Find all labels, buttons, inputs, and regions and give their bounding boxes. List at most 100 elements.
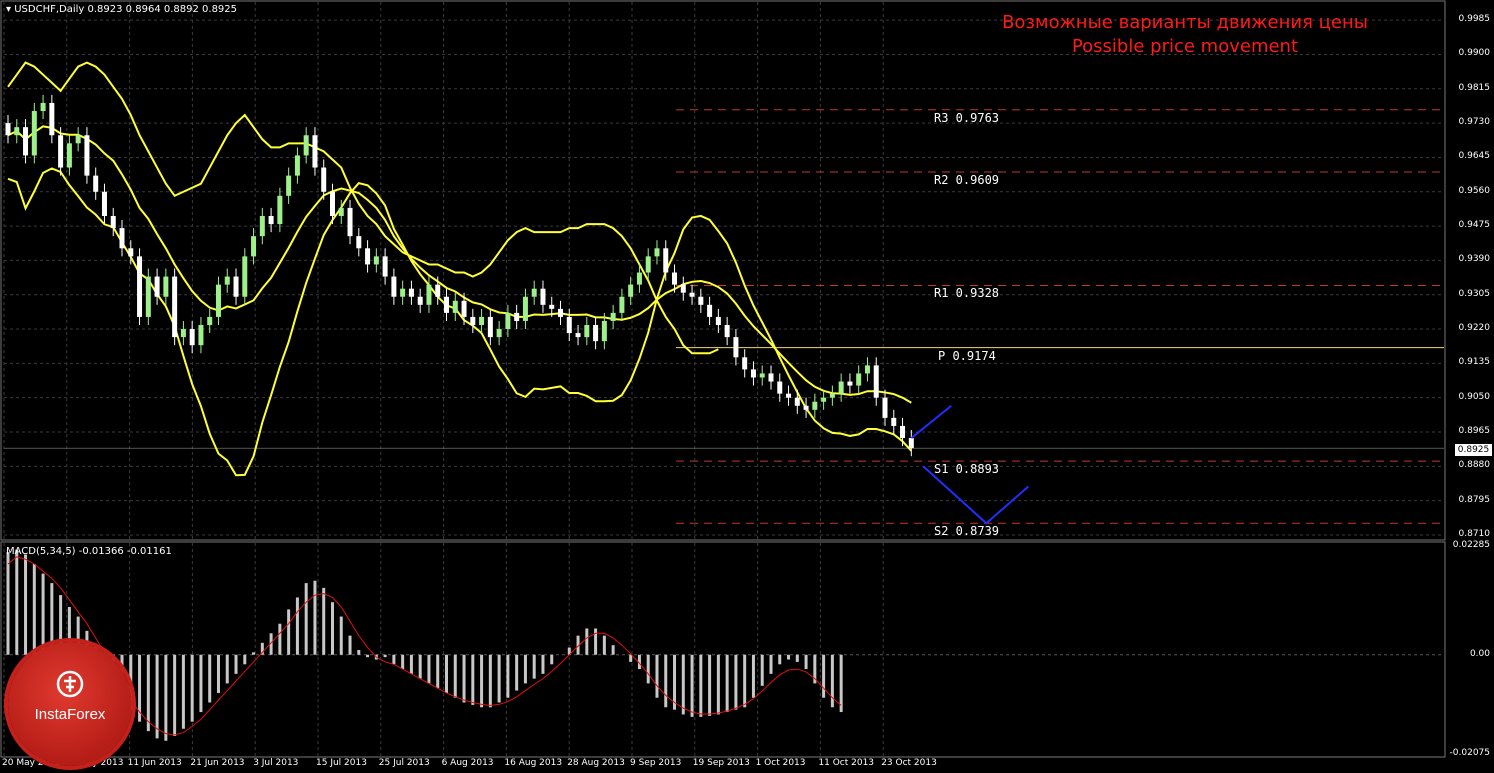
symbol-header: ▾ USDCHF,Daily 0.8923 0.8964 0.8892 0.89… [6, 4, 237, 15]
projection-up-line [910, 404, 952, 439]
candle-body [829, 393, 835, 398]
candle-body [470, 316, 476, 326]
candle-body [444, 296, 449, 313]
candle-body [137, 256, 143, 317]
level-label-r2: R2 0.9609 [934, 172, 1000, 187]
candle-body [558, 308, 564, 317]
candle-body [338, 207, 344, 216]
candle-body [233, 276, 239, 297]
price-tick-label: 0.9900 [1458, 48, 1491, 59]
candle-body [426, 284, 432, 305]
candle-body [259, 215, 265, 237]
price-tick-label: 0.9645 [1458, 151, 1491, 162]
candle-body [294, 155, 300, 176]
time-tick-label: 9 Sep 2013 [630, 758, 682, 768]
time-tick-label: 15 Jul 2013 [316, 758, 367, 768]
time-tick-label: 16 Aug 2013 [504, 758, 563, 768]
candle-body [733, 337, 739, 358]
macd-tick-label: 0.02285 [1452, 539, 1490, 550]
candle-body [23, 127, 29, 156]
candle-body [715, 316, 721, 326]
candle-body [31, 111, 37, 156]
macd-signal-line [7, 556, 842, 736]
grid-lines [3, 2, 1444, 756]
level-label-r3: R3 0.9763 [934, 110, 1000, 125]
current-price-tag: 0.8925 [1455, 444, 1492, 456]
caption-russian: Возможные варианты движения цены [1002, 12, 1368, 33]
price-tick-label: 0.9475 [1458, 220, 1491, 231]
bollinger-upper-line [7, 61, 719, 355]
candle-body [522, 296, 528, 321]
chart-canvas [0, 0, 1446, 758]
bollinger-bands [7, 61, 913, 477]
price-tick-label: 0.9050 [1458, 391, 1491, 402]
logo-text: InstaForex [34, 706, 106, 723]
candle-body [101, 191, 107, 216]
candle-body [908, 438, 914, 449]
candle-body [198, 325, 204, 346]
caption-english: Possible price movement [1071, 36, 1299, 57]
candle-body [224, 276, 230, 285]
candle-body [707, 304, 713, 317]
price-tick-label: 0.9135 [1458, 357, 1491, 368]
price-tick-label: 0.8880 [1458, 460, 1491, 471]
candle-body [619, 296, 625, 313]
candle-body [645, 256, 651, 273]
candle-body [286, 175, 292, 196]
candle-body [821, 397, 827, 402]
candle-body [777, 381, 783, 394]
candle-body [812, 401, 818, 410]
candle-body [75, 135, 81, 144]
symbol-title: USDCHF,Daily [14, 4, 85, 15]
candle-body [365, 248, 371, 265]
candle-body [408, 288, 414, 297]
candle-body [242, 256, 248, 297]
candle-body [900, 425, 906, 439]
candle-body [768, 373, 774, 382]
macd-tick-label: 0.00 [1469, 648, 1490, 659]
candle-body [163, 276, 169, 297]
candle-body [40, 102, 46, 112]
candle-body [505, 312, 511, 330]
dropdown-triangle-icon[interactable]: ▾ [6, 4, 11, 15]
candle-body [838, 381, 844, 394]
candle-body [128, 248, 134, 257]
candle-body [5, 123, 11, 136]
price-tick-label: 0.9815 [1458, 82, 1491, 93]
candle-body [540, 288, 546, 305]
candle-body [891, 417, 897, 426]
candle-body [794, 397, 800, 406]
candle-body [461, 300, 467, 317]
candle-body [347, 207, 353, 237]
candle-body [672, 272, 678, 285]
macd-panel [4, 549, 1444, 741]
candle-body [759, 373, 765, 378]
price-tick-label: 0.8795 [1458, 494, 1491, 505]
candle-body [303, 135, 309, 156]
time-tick-label: 23 Oct 2013 [881, 758, 937, 768]
bollinger-lower-line [7, 167, 913, 477]
candle-body [698, 296, 704, 305]
candle-body [145, 276, 151, 317]
candle-body [435, 284, 441, 297]
candle-body [452, 300, 458, 313]
candle-body [49, 102, 55, 136]
candle-body [207, 316, 213, 326]
time-tick-label: 28 Aug 2013 [567, 758, 625, 768]
candle-body [847, 381, 853, 386]
time-tick-label: 3 Jul 2013 [253, 758, 299, 768]
time-tick-label: 1 Oct 2013 [755, 758, 806, 768]
price-frame [0, 0, 1446, 541]
candle-body [329, 191, 335, 216]
price-tick-label: 0.9985 [1458, 14, 1491, 25]
time-tick-label: 25 Jul 2013 [378, 758, 430, 768]
instaforex-emblem-icon [56, 670, 84, 698]
candle-body [14, 127, 20, 136]
level-label-s1: S1 0.8893 [934, 462, 1000, 477]
level-label-s2: S2 0.8739 [934, 524, 1000, 539]
price-candles [5, 94, 914, 457]
time-tick-label: 11 Jun 2013 [127, 758, 182, 768]
candle-body [110, 215, 116, 229]
candle-body [864, 365, 870, 374]
price-tick-label: 0.8965 [1458, 426, 1491, 436]
